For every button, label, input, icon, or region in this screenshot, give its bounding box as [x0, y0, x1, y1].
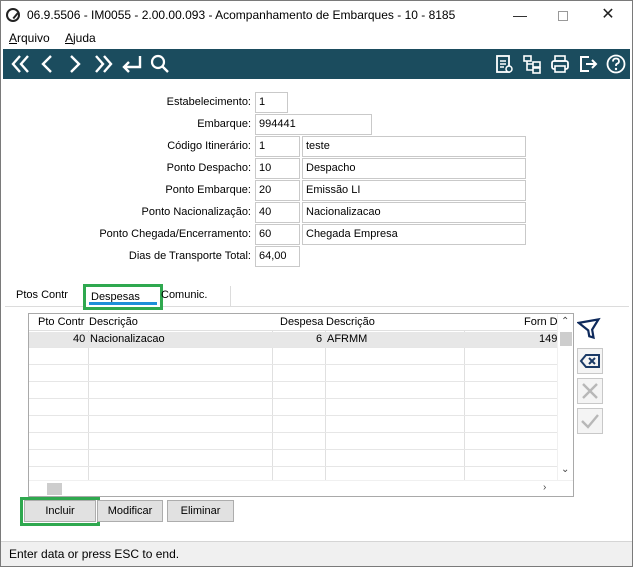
tab-comunic[interactable]: Comunic.: [161, 289, 207, 301]
cell-forn: 149: [539, 333, 558, 345]
modificar-button[interactable]: Modificar: [97, 500, 163, 522]
menu-ajuda[interactable]: Ajuda: [65, 31, 96, 45]
scroll-up-icon[interactable]: ⌃: [561, 316, 569, 327]
close-icon: [582, 383, 598, 399]
menu-bar: Arquivo Ajuda: [1, 29, 632, 48]
cell-descricao: Nacionalizacao: [90, 333, 165, 345]
first-record-icon[interactable]: [9, 52, 33, 76]
menu-arquivo-label: rquivo: [17, 31, 50, 45]
maximize-icon: [558, 11, 568, 22]
ponto-embarque-desc: Emissão LI: [302, 180, 526, 201]
application-window: 06.9.5506 - IM0055 - 2.00.00.093 - Acomp…: [0, 0, 633, 567]
ponto-chegada-field[interactable]: 60: [255, 224, 300, 245]
col-despesa[interactable]: Despesa: [280, 316, 323, 328]
tab-ptos-contr[interactable]: Ptos Contr: [16, 289, 68, 301]
menu-arquivo-mnemonic: A: [9, 31, 18, 45]
vertical-scroll-thumb[interactable]: [560, 332, 572, 346]
minimize-button[interactable]: —: [505, 5, 535, 25]
check-icon: [581, 414, 599, 429]
col-descricao[interactable]: Descrição: [89, 316, 138, 328]
ponto-embarque-field[interactable]: 20: [255, 180, 300, 201]
table-row[interactable]: [29, 383, 559, 399]
embarque-label: Embarque:: [197, 118, 251, 130]
filter-icon: [576, 317, 601, 340]
maximize-button[interactable]: [548, 5, 578, 25]
search-icon[interactable]: [149, 52, 171, 76]
ponto-despacho-desc: Despacho: [302, 158, 526, 179]
last-record-icon[interactable]: [91, 52, 115, 76]
tab-separator: [230, 286, 231, 306]
report-icon[interactable]: [493, 52, 515, 76]
grid-header: Pto Contr Descrição Despesa Descrição Fo…: [29, 314, 559, 331]
ponto-chegada-label: Ponto Chegada/Encerramento:: [99, 228, 251, 240]
ponto-despacho-field[interactable]: 10: [255, 158, 300, 179]
print-icon[interactable]: [549, 52, 571, 76]
help-icon[interactable]: [605, 52, 627, 76]
horizontal-scrollbar[interactable]: ›: [29, 480, 573, 496]
ponto-nacionalizacao-desc: Nacionalizacao: [302, 202, 526, 223]
ponto-despacho-label: Ponto Despacho:: [166, 162, 251, 174]
tab-active-indicator: [89, 302, 157, 305]
filter-button[interactable]: [576, 316, 603, 342]
tab-despesas[interactable]: Despesas: [83, 284, 163, 310]
dias-transporte-label: Dias de Transporte Total:: [128, 250, 251, 262]
menu-ajuda-mnemonic: A: [65, 31, 74, 45]
next-record-icon[interactable]: [65, 52, 85, 76]
vertical-scrollbar[interactable]: ⌃ ⌄: [557, 314, 573, 480]
estabelecimento-field[interactable]: 1: [255, 92, 288, 113]
status-bar: Enter data or press ESC to end.: [1, 541, 632, 566]
col-descricao-2[interactable]: Descrição: [326, 316, 375, 328]
prev-record-icon[interactable]: [37, 52, 57, 76]
scroll-right-icon[interactable]: ›: [543, 482, 546, 493]
cell-despesa: 6: [316, 333, 323, 345]
estabelecimento-label: Estabelecimento:: [166, 96, 251, 108]
embarque-field[interactable]: 994441: [255, 114, 372, 135]
cancel-button[interactable]: [577, 378, 603, 404]
backspace-icon: [579, 354, 600, 368]
table-row[interactable]: [29, 434, 559, 450]
table-row[interactable]: [29, 366, 559, 382]
ponto-chegada-desc: Chegada Empresa: [302, 224, 526, 245]
app-logo-icon: [6, 8, 20, 22]
menu-ajuda-label: juda: [73, 31, 96, 45]
status-text: Enter data or press ESC to end.: [9, 547, 180, 561]
col-pto-contr[interactable]: Pto Contr: [38, 316, 84, 328]
codigo-itinerario-field[interactable]: 1: [255, 136, 300, 157]
scroll-down-icon[interactable]: ⌄: [561, 464, 569, 475]
table-row[interactable]: [29, 451, 559, 467]
clear-button[interactable]: [577, 348, 603, 374]
window-title: 06.9.5506 - IM0055 - 2.00.00.093 - Acomp…: [27, 8, 456, 22]
table-row[interactable]: [29, 417, 559, 433]
confirm-button[interactable]: [577, 408, 603, 434]
codigo-itinerario-desc: teste: [302, 136, 526, 157]
title-bar: 06.9.5506 - IM0055 - 2.00.00.093 - Acomp…: [1, 1, 632, 29]
exit-icon[interactable]: [577, 52, 599, 76]
table-row[interactable]: [29, 349, 559, 365]
tab-strip: Ptos Contr Despesas Comunic.: [5, 284, 630, 310]
eliminar-button[interactable]: Eliminar: [167, 500, 234, 522]
return-icon[interactable]: [119, 52, 145, 76]
cell-pto-contr: 40: [73, 333, 86, 345]
horizontal-scroll-thumb[interactable]: [47, 483, 62, 495]
dias-transporte-field[interactable]: 64,00: [255, 246, 300, 267]
incluir-button[interactable]: Incluir: [24, 500, 96, 522]
cell-descricao-2: AFRMM: [327, 333, 368, 345]
menu-arquivo[interactable]: Arquivo: [9, 31, 50, 45]
table-row[interactable]: 40 Nacionalizacao 6 AFRMM 149: [29, 332, 559, 348]
ponto-embarque-label: Ponto Embarque:: [165, 184, 251, 196]
ponto-nacionalizacao-label: Ponto Nacionalização:: [141, 206, 251, 218]
tree-icon[interactable]: [521, 52, 543, 76]
ponto-nacionalizacao-field[interactable]: 40: [255, 202, 300, 223]
toolbar: [3, 49, 630, 79]
col-forn[interactable]: Forn D: [524, 316, 558, 328]
table-row[interactable]: [29, 400, 559, 416]
close-button[interactable]: ✕: [593, 5, 623, 25]
codigo-itinerario-label: Código Itinerário:: [167, 140, 251, 152]
despesas-grid[interactable]: Pto Contr Descrição Despesa Descrição Fo…: [28, 313, 574, 497]
